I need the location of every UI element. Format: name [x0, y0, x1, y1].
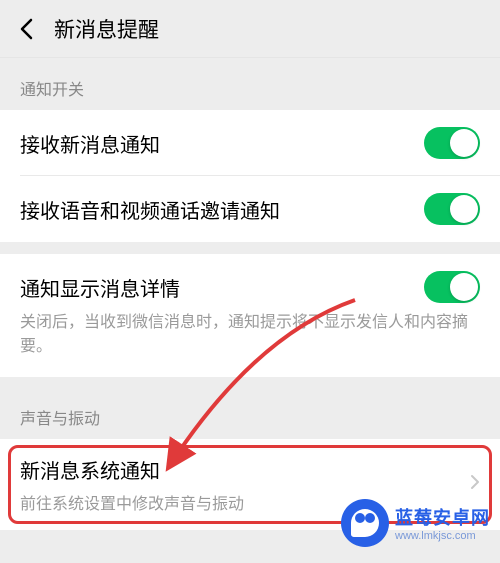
- divider: [0, 242, 500, 254]
- toggle-receive-new[interactable]: [424, 127, 480, 159]
- header-bar: 新消息提醒: [0, 0, 500, 58]
- switch-list: 接收新消息通知 接收语音和视频通话邀请通知: [0, 110, 500, 242]
- row-label: 接收新消息通知: [20, 129, 160, 158]
- toggle-receive-call[interactable]: [424, 193, 480, 225]
- row-subtitle: 前往系统设置中修改声音与振动: [20, 490, 244, 514]
- row-receive-new-msg[interactable]: 接收新消息通知: [0, 110, 500, 176]
- row-title: 新消息系统通知: [20, 455, 244, 484]
- row-show-detail-group: 通知显示消息详情 关闭后，当收到微信消息时，通知提示将不显示发信人和内容摘要。: [0, 254, 500, 377]
- section-label-sound: 声音与振动: [0, 377, 500, 439]
- row-label: 接收语音和视频通话邀请通知: [20, 195, 280, 224]
- row-system-notification[interactable]: 新消息系统通知 前往系统设置中修改声音与振动: [0, 439, 500, 530]
- chevron-right-icon: [470, 474, 480, 495]
- row-description: 关闭后，当收到微信消息时，通知提示将不显示发信人和内容摘要。: [0, 311, 500, 377]
- section-label-switch: 通知开关: [0, 58, 500, 110]
- toggle-show-detail[interactable]: [424, 271, 480, 303]
- row-label: 通知显示消息详情: [20, 273, 180, 302]
- back-icon[interactable]: [14, 17, 38, 41]
- row-show-detail[interactable]: 通知显示消息详情: [0, 254, 500, 311]
- page-title: 新消息提醒: [54, 14, 159, 44]
- watermark-url: www.lmkjsc.com: [395, 530, 476, 542]
- highlighted-container: 新消息系统通知 前往系统设置中修改声音与振动: [0, 439, 500, 530]
- row-receive-call[interactable]: 接收语音和视频通话邀请通知: [0, 176, 500, 242]
